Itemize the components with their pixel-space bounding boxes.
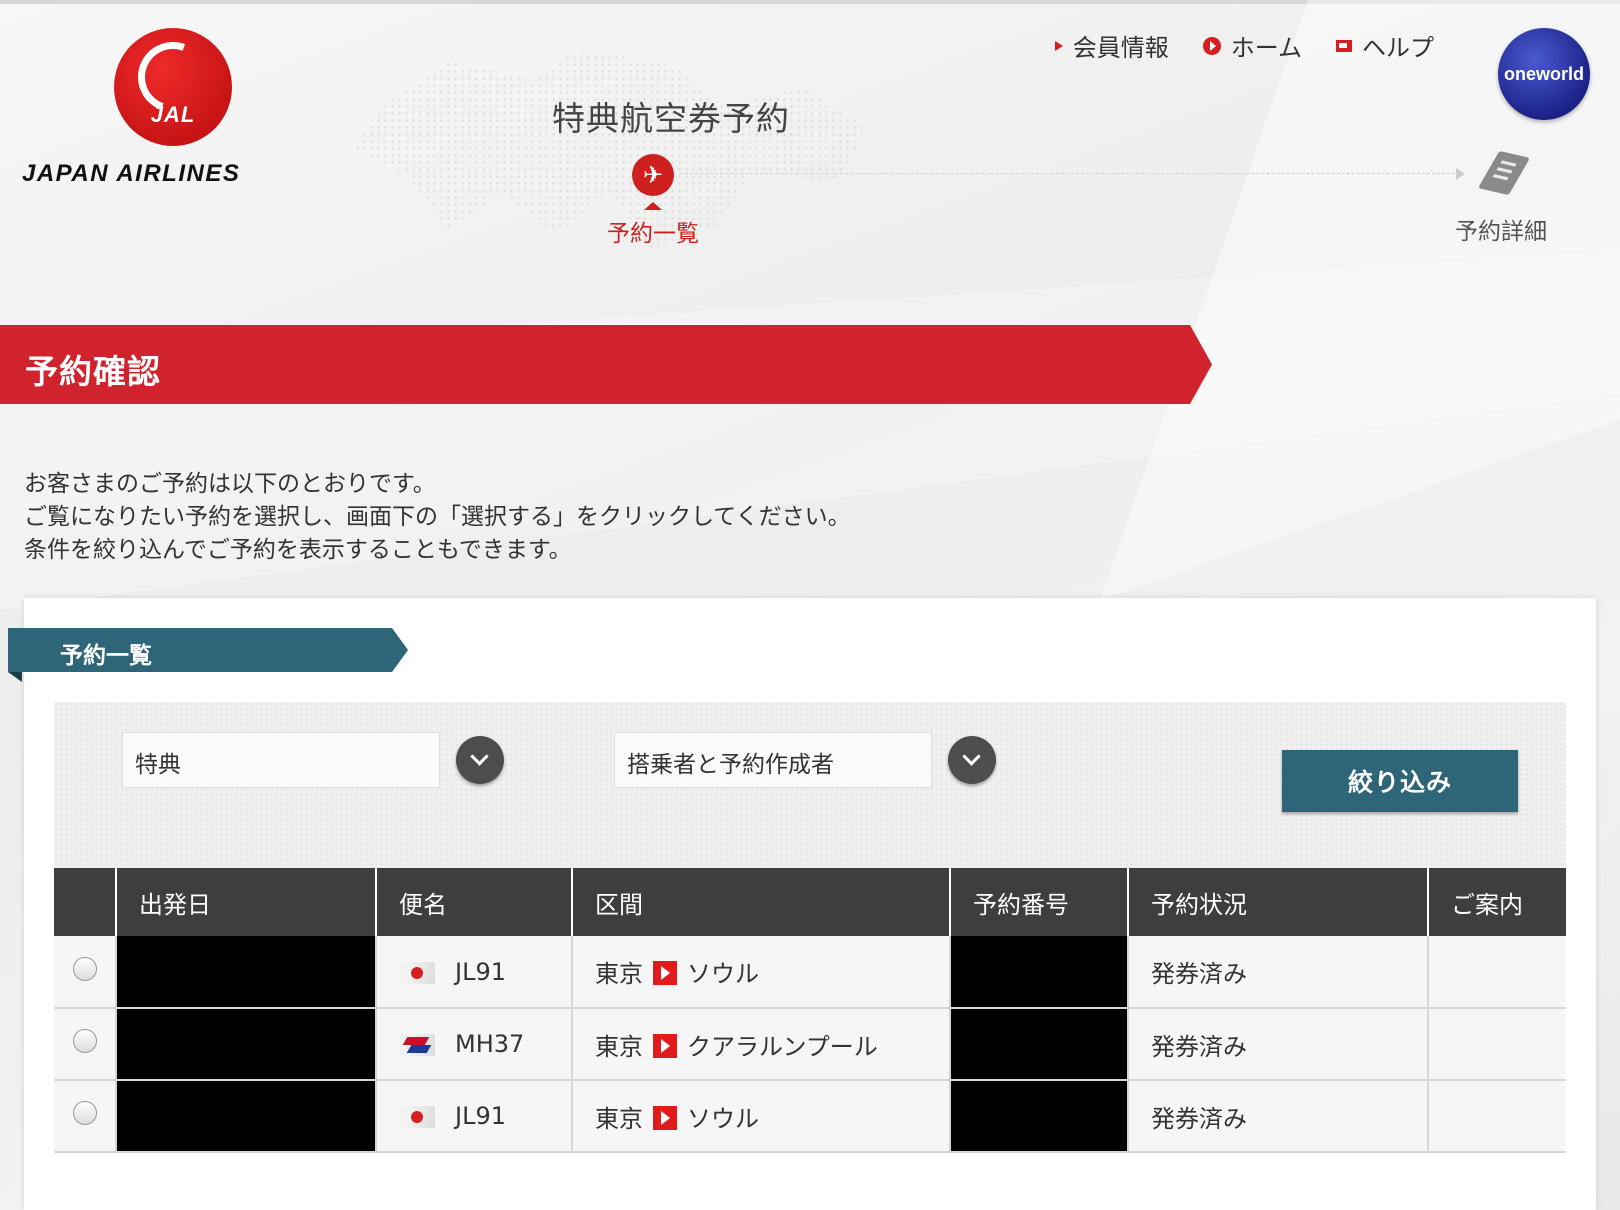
step-reservation-details: 予約詳細 [1455,219,1547,245]
reservation-table: 出発日 便名 区間 予約番号 予約状況 ご案内 JL91 東京 ソウル 発券済み … [54,868,1566,1153]
table-row[interactable]: JL91 東京 ソウル 発券済み [54,1080,1566,1153]
header-status: 予約状況 [1128,868,1429,936]
active-step-caret-icon [644,202,662,210]
nav-member-info-label: 会員情報 [1072,34,1169,62]
header-route: 区間 [572,868,951,936]
jal-airline-icon [399,961,435,984]
banner-title: 予約確認 [25,352,161,391]
top-navigation: 会員情報 ホーム ヘルプ [1054,28,1434,63]
person-filter-select[interactable]: 搭乗者と予約作成者 [614,732,932,788]
route-from: 東京 [595,1032,643,1061]
table-row[interactable]: JL91 東京 ソウル 発券済み [54,936,1566,1009]
flight-number: JL91 [455,957,506,986]
route-from: 東京 [595,960,643,988]
triangle-right-icon [1054,40,1063,51]
status-cell: 発券済み [1128,1080,1429,1153]
flight-cell: JL91 [376,1080,573,1153]
route-to: クアラルンプール [687,1032,878,1061]
departure-date-redacted [116,1080,377,1153]
route-cell: 東京 ソウル [572,936,951,1009]
arrow-right-icon [653,961,677,985]
intro-line: ご覧になりたい予約を選択し、画面下の「選択する」をクリックしてください。 [24,504,851,530]
header-departure-date: 出発日 [116,868,377,936]
intro-line: 条件を絞り込んでご予約を表示することもできます。 [24,537,572,563]
row-radio[interactable] [72,1101,97,1125]
nav-help[interactable]: ヘルプ [1336,28,1434,63]
chevron-down-icon[interactable] [456,736,504,784]
filter-apply-button[interactable]: 絞り込み [1282,750,1518,812]
filter-panel: 特典 搭乗者と予約作成者 絞り込み [54,702,1566,868]
window-icon [1336,39,1352,52]
reservation-number-redacted [950,1080,1129,1153]
section-tab: 予約一覧 [8,628,408,672]
route-from: 東京 [595,1104,643,1133]
nav-home-label: ホーム [1230,34,1302,62]
row-radio[interactable] [72,1029,97,1053]
row-select-cell [54,936,117,1009]
nav-home[interactable]: ホーム [1202,28,1302,63]
header-select [54,868,117,936]
malaysia-airlines-icon [399,1034,435,1056]
crane-logo-icon: JAL [114,28,232,146]
departure-date-redacted [116,936,377,1009]
arrow-right-icon [653,1033,677,1058]
reservation-type-select[interactable]: 特典 [122,732,440,788]
row-radio[interactable] [72,956,97,981]
arrow-right-icon [653,1105,677,1130]
airplane-icon: ✈ [632,154,674,196]
stepper-line [680,173,1460,174]
logo-wordmark: JAPAN AIRLINES [22,160,241,187]
reservation-number-redacted [950,1008,1129,1081]
route-to: ソウル [687,1104,759,1133]
header-info: ご案内 [1428,868,1566,936]
route-cell: 東京 ソウル [572,1080,951,1153]
row-select-cell [54,1080,117,1153]
row-select-cell [54,1008,117,1081]
section-title: 予約一覧 [60,643,152,669]
flight-number: MH37 [455,1030,525,1058]
play-circle-icon [1202,36,1221,55]
info-cell [1428,1080,1566,1153]
status-cell: 発券済み [1128,1008,1429,1081]
section-tab-fold [8,672,22,682]
jal-airline-icon [399,1106,435,1128]
table-header-row: 出発日 便名 区間 予約番号 予約状況 ご案内 [54,868,1566,936]
route-cell: 東京 クアラルンプール [572,1008,951,1081]
flight-cell: JL91 [376,936,573,1009]
oneworld-badge[interactable]: oneworld [1498,28,1590,120]
status-cell: 発券済み [1128,936,1429,1009]
flight-number: JL91 [455,1102,506,1130]
header-reservation-number: 予約番号 [950,868,1129,936]
table-row[interactable]: MH37 東京 クアラルンプール 発券済み [54,1008,1566,1081]
step-reservation-list: 予約一覧 [607,221,699,247]
nav-help-label: ヘルプ [1362,34,1434,62]
route-to: ソウル [687,960,759,988]
departure-date-redacted [116,1008,377,1081]
intro-line: お客さまのご予約は以下のとおりです。 [24,471,436,497]
jal-logo[interactable]: JAL JAPAN AIRLINES [22,28,332,198]
intro-text: お客さまのご予約は以下のとおりです。 ご覧になりたい予約を選択し、画面下の「選択… [24,468,851,567]
page-title: 特典航空券予約 [552,99,790,138]
header-flight: 便名 [376,868,573,936]
section-banner: 予約確認 [0,325,1212,404]
info-cell [1428,1008,1566,1081]
nav-member-info[interactable]: 会員情報 [1054,28,1169,63]
logo-mark-text: JAL [150,102,196,127]
info-cell [1428,936,1566,1009]
stepper-arrow-icon [1456,168,1465,180]
reservation-number-redacted [950,936,1129,1009]
flight-cell: MH37 [376,1008,573,1081]
chevron-down-icon[interactable] [948,736,996,784]
